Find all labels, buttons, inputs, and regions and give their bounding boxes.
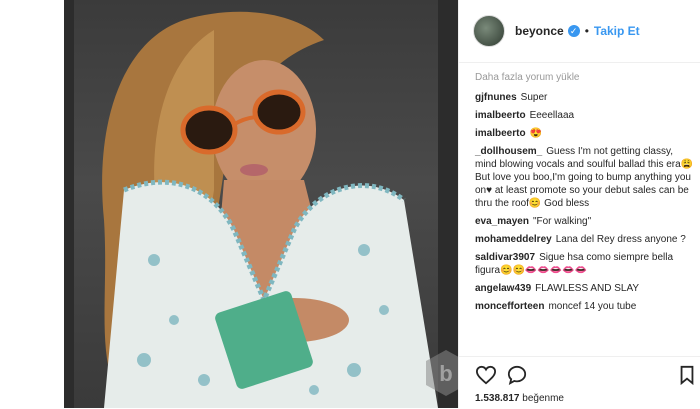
comment-text: Eeeellaaa	[529, 110, 575, 121]
comment-text: Lana del Rey dress anyone ?	[555, 234, 686, 245]
page-margin	[0, 0, 64, 408]
separator-dot: •	[584, 24, 589, 38]
comment-item: _dollhousem_ Guess I'm not getting classy…	[475, 145, 695, 210]
post-photo[interactable]	[64, 0, 458, 408]
comment-item: imalbeerto Eeeellaaa	[475, 109, 695, 122]
comment-text: moncef 14 you tube	[548, 301, 637, 312]
comment-item: gjfnunes Super	[475, 91, 695, 104]
comment-username[interactable]: imalbeerto	[475, 110, 526, 121]
comment-username[interactable]: _dollhousem_	[475, 146, 542, 157]
comment-username[interactable]: gjfnunes	[475, 92, 517, 103]
comment-username[interactable]: mohameddelrey	[475, 234, 552, 245]
photo-illustration	[102, 11, 438, 408]
comment-item: mohameddelrey Lana del Rey dress anyone ?	[475, 233, 695, 246]
comment-text: Super	[520, 92, 548, 103]
comment-username[interactable]: angelaw439	[475, 283, 531, 294]
comment-icon[interactable]	[507, 365, 527, 385]
comment-username[interactable]: saldivar3907	[475, 252, 535, 263]
svg-text:b: b	[439, 361, 452, 386]
comment-item: eva_mayen "For walking"	[475, 215, 695, 228]
post-actions: 1.538.817 beğenme	[459, 356, 700, 409]
avatar[interactable]	[473, 15, 505, 47]
comment-text: 😍	[529, 128, 543, 139]
comment-item: moncefforteen moncef 14 you tube	[475, 300, 695, 313]
comment-text: "For walking"	[532, 216, 592, 227]
comment-item: saldivar3907 Sigue hsa como siempre bella…	[475, 251, 695, 277]
follow-button[interactable]: Takip Et	[594, 24, 640, 38]
comment-username[interactable]: moncefforteen	[475, 301, 544, 312]
heart-icon[interactable]	[475, 365, 497, 385]
load-more-comments-link[interactable]: Daha fazla yorum yükle	[475, 72, 695, 83]
comment-text: FLAWLESS AND SLAY	[535, 283, 640, 294]
comment-username[interactable]: eva_mayen	[475, 216, 529, 227]
post-header: beyonce ✓ • Takip Et	[459, 0, 700, 63]
likes-count[interactable]: 1.538.817 beğenme	[475, 393, 564, 404]
comment-item: angelaw439 FLAWLESS AND SLAY	[475, 282, 695, 295]
bookmark-icon[interactable]	[679, 365, 695, 385]
comment-username[interactable]: imalbeerto	[475, 128, 526, 139]
verified-badge-icon: ✓	[567, 25, 580, 37]
username[interactable]: beyonce	[515, 24, 564, 38]
post-sidebar: beyonce ✓ • Takip Et Daha fazla yorum yü…	[458, 0, 700, 408]
likes-label: beğenme	[522, 393, 564, 404]
comment-list: Daha fazla yorum yükle gjfnunes Super ima…	[475, 72, 695, 318]
likes-number: 1.538.817	[475, 393, 520, 404]
comment-item: imalbeerto 😍	[475, 127, 695, 140]
